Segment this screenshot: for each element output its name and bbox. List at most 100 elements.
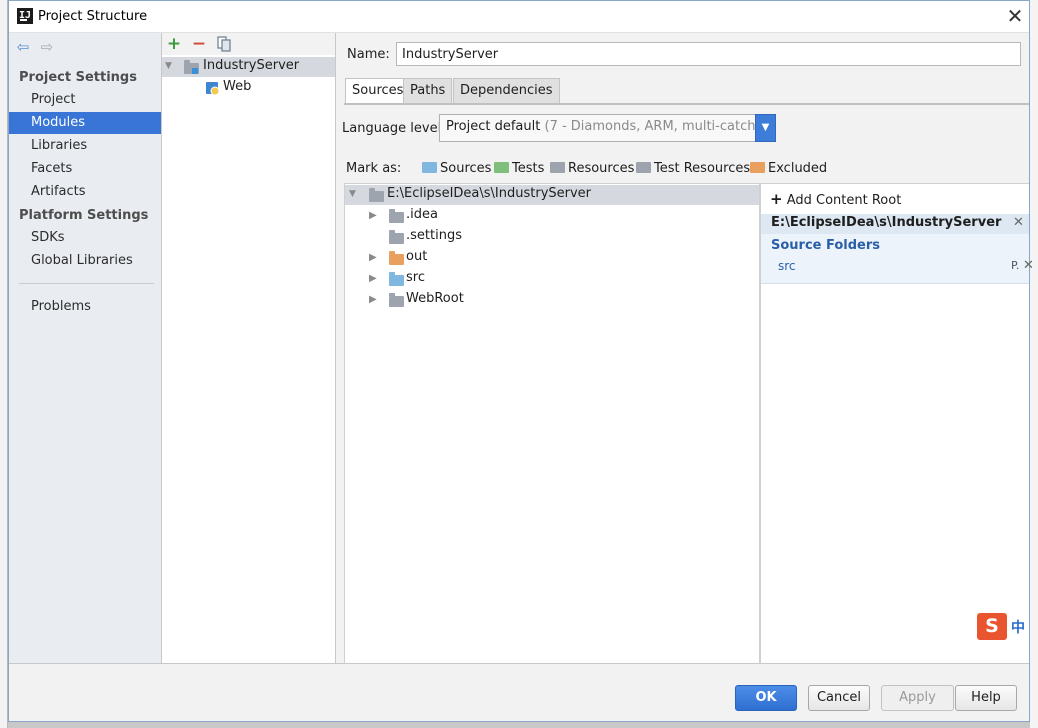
expand-arrow-icon[interactable]: ▶ [369, 252, 377, 263]
ok-button[interactable]: OK [735, 685, 797, 711]
directory-tree: ▼ E:\EclipseIDea\s\IndustryServer ▶ .ide… [344, 183, 760, 663]
sources-folder-icon [422, 162, 437, 173]
mark-label: Excluded [768, 161, 828, 176]
back-arrow-icon[interactable]: ⇦ [15, 38, 31, 56]
mark-label: Test Resources [654, 161, 751, 176]
mark-as-label: Mark as: [346, 161, 402, 176]
web-facet-icon [206, 82, 220, 96]
content-root-details: Source Folders src P. ✕ [761, 234, 1034, 284]
plus-icon: + [770, 190, 783, 208]
folder-name: .idea [406, 207, 438, 222]
dialog-button-bar: OK Cancel Apply Help [9, 663, 1029, 721]
tab-divider [344, 103, 1029, 105]
excluded-folder-icon [389, 251, 404, 265]
mark-label: Tests [512, 161, 545, 176]
expand-arrow-icon[interactable]: ▶ [369, 210, 377, 221]
mark-as-tests-button[interactable]: Tests [494, 161, 544, 176]
module-row-industryserver[interactable]: ▼ IndustryServer [162, 57, 335, 77]
apply-button[interactable]: Apply [881, 685, 954, 711]
folder-name: .settings [406, 228, 462, 243]
mark-label: Sources [440, 161, 492, 176]
folder-name: src [406, 270, 425, 285]
language-level-detail: (7 - Diamonds, ARM, multi-catch etc.) [544, 119, 776, 134]
module-toolbar: + − [162, 33, 335, 55]
background-ide-right [1030, 0, 1038, 728]
ime-language-indicator[interactable]: 中 [1011, 617, 1025, 637]
source-folder-icon [389, 272, 404, 286]
folder-name: out [406, 249, 428, 264]
nav-divider [19, 283, 154, 284]
folder-icon [389, 230, 404, 244]
project-settings-heading: Project Settings [19, 70, 137, 85]
forward-arrow-icon[interactable]: ⇨ [39, 38, 55, 56]
resources-folder-icon [550, 162, 565, 173]
content-root-header: E:\EclipseIDea\s\IndustryServer ✕ [761, 214, 1029, 234]
unmark-source-icon[interactable]: ✕ [1023, 258, 1034, 273]
nav-item-project[interactable]: Project [9, 89, 161, 111]
intellij-app-icon: IJ [17, 8, 33, 24]
tree-root-row[interactable]: ▼ E:\EclipseIDea\s\IndustryServer [345, 185, 759, 205]
module-editor: Name: Sources Paths Dependencies Languag… [336, 33, 1034, 663]
title-bar: IJ Project Structure ✕ [9, 1, 1029, 33]
mark-as-test-resources-button[interactable]: Test Resources [636, 161, 750, 176]
folder-icon [389, 293, 404, 307]
tree-row-webroot[interactable]: ▶ WebRoot [345, 290, 759, 310]
remove-content-root-icon[interactable]: ✕ [1013, 215, 1024, 230]
collapse-arrow-icon[interactable]: ▼ [165, 61, 172, 71]
dropdown-arrow-icon[interactable]: ▼ [755, 114, 776, 142]
module-tree-panel: + − ▼ IndustryServer Web [162, 33, 336, 663]
add-content-root-button[interactable]: + Add Content Root [770, 190, 901, 208]
copy-icon [217, 36, 231, 52]
tree-row-out[interactable]: ▶ out [345, 248, 759, 268]
sogou-ime-icon[interactable]: S [977, 613, 1007, 640]
module-row-web[interactable]: Web [162, 78, 335, 98]
test-resources-folder-icon [636, 162, 651, 173]
mark-as-excluded-button[interactable]: Excluded [750, 161, 827, 176]
name-label: Name: [347, 47, 390, 62]
module-name: IndustryServer [203, 58, 300, 73]
expand-arrow-icon[interactable]: ▶ [369, 273, 377, 284]
nav-item-modules[interactable]: Modules [9, 112, 161, 134]
tab-sources[interactable]: Sources [345, 78, 411, 104]
tests-folder-icon [494, 162, 509, 173]
expand-arrow-icon[interactable]: ▶ [369, 294, 377, 305]
tree-row-settings[interactable]: .settings [345, 227, 759, 247]
language-level-value: Project default [446, 119, 541, 134]
close-window-button[interactable]: ✕ [1003, 5, 1027, 29]
collapse-arrow-icon[interactable]: ▼ [349, 189, 356, 199]
nav-item-sdks[interactable]: SDKs [9, 227, 161, 249]
platform-settings-heading: Platform Settings [19, 208, 149, 223]
module-badge-icon [192, 68, 198, 74]
source-folders-heading: Source Folders [771, 238, 881, 253]
add-content-root-label: Add Content Root [786, 193, 902, 208]
source-folder-entry: src [778, 259, 796, 273]
background-ide-left [0, 0, 8, 728]
remove-module-button[interactable]: − [190, 34, 208, 54]
settings-navigation: ⇦ ⇨ Project Settings Project Modules Lib… [9, 33, 162, 663]
folder-icon [369, 188, 384, 202]
cancel-button[interactable]: Cancel [808, 685, 870, 711]
nav-item-facets[interactable]: Facets [9, 158, 161, 180]
mark-as-sources-button[interactable]: Sources [422, 161, 491, 176]
folder-icon [389, 209, 404, 223]
language-level-label: Language level: [342, 121, 446, 136]
tree-row-src[interactable]: ▶ src [345, 269, 759, 289]
window-title: Project Structure [38, 9, 148, 24]
tab-dependencies[interactable]: Dependencies [453, 78, 560, 104]
add-module-button[interactable]: + [165, 34, 183, 54]
tab-paths[interactable]: Paths [403, 78, 453, 104]
module-name-field[interactable] [396, 42, 1021, 66]
content-roots-panel: + Add Content Root E:\EclipseIDea\s\Indu… [760, 183, 1034, 663]
excluded-folder-icon [750, 162, 765, 173]
nav-item-libraries[interactable]: Libraries [9, 135, 161, 157]
mark-as-resources-button[interactable]: Resources [550, 161, 634, 176]
nav-item-global-libraries[interactable]: Global Libraries [9, 250, 161, 272]
content-root-path: E:\EclipseIDea\s\IndustryServer [771, 215, 1002, 230]
language-level-select[interactable]: Project default (7 - Diamonds, ARM, mult… [439, 114, 776, 142]
nav-item-problems[interactable]: Problems [9, 296, 161, 318]
copy-module-button[interactable] [215, 34, 233, 54]
nav-item-artifacts[interactable]: Artifacts [9, 181, 161, 203]
edit-properties-icon[interactable]: P. [1011, 259, 1019, 272]
help-button[interactable]: Help [955, 685, 1017, 711]
tree-row-idea[interactable]: ▶ .idea [345, 206, 759, 226]
